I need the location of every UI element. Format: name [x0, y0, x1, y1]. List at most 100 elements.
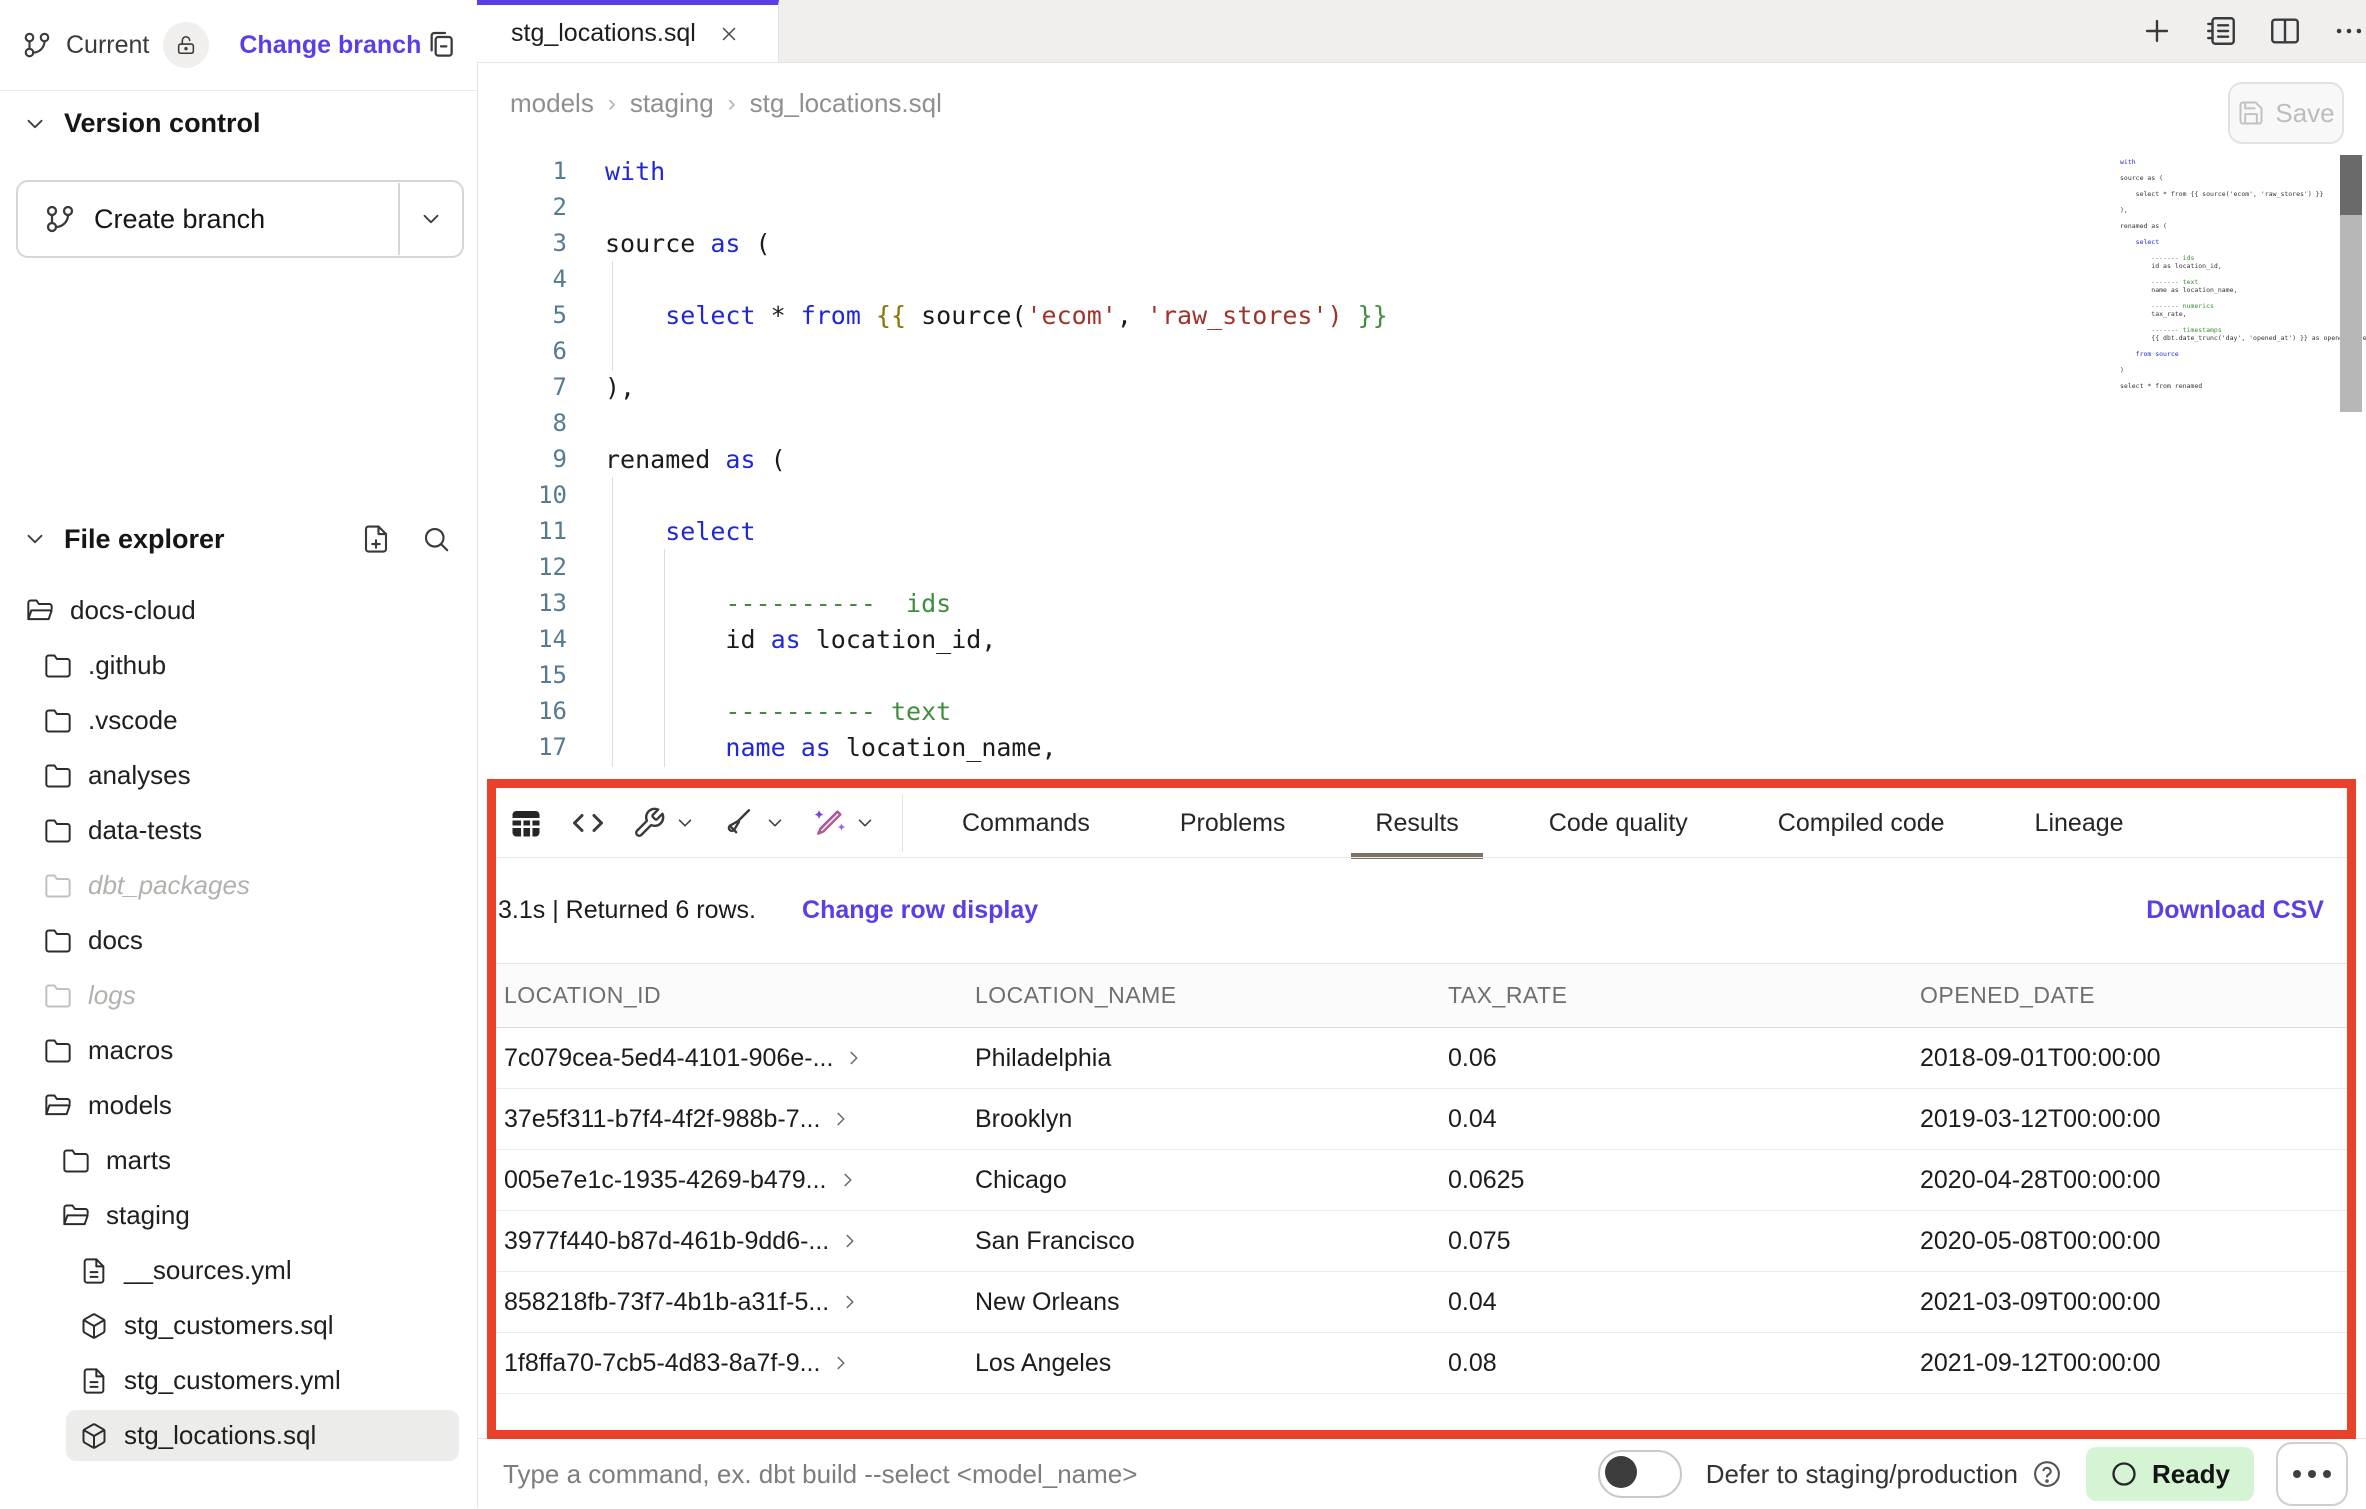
file-tree-item-stg-locations-sql[interactable]: stg_locations.sql: [0, 1408, 477, 1463]
split-pane-icon[interactable]: [2268, 14, 2302, 48]
code-line-14[interactable]: 14 id as location_id,: [477, 621, 996, 657]
save-icon: [2237, 99, 2265, 127]
code-line-4[interactable]: 4: [477, 261, 605, 297]
file-tree-item--github[interactable]: .github: [0, 638, 477, 693]
results-tab-code-quality[interactable]: Code quality: [1515, 788, 1722, 858]
code-editor[interactable]: 1with23source as (45 select * from {{ so…: [477, 150, 2137, 780]
table-row: 858218fb-73f7-4b1b-a31f-5...New Orleans0…: [496, 1272, 2348, 1333]
cell-tax-rate: 0.04: [1440, 1105, 1912, 1134]
new-tab-icon[interactable]: [2140, 14, 2174, 48]
code-line-7[interactable]: 7),: [477, 369, 635, 405]
minimap-line: [2120, 294, 2325, 302]
expand-cell-icon[interactable]: [830, 1108, 852, 1130]
file-tree-item-stg-customers-yml[interactable]: stg_customers.yml: [0, 1353, 477, 1408]
more-options-icon[interactable]: [2332, 14, 2366, 48]
format-button[interactable]: [722, 806, 786, 840]
code-line-16[interactable]: 16 ---------- text: [477, 693, 951, 729]
file-tree-item-stg-customers-sql[interactable]: stg_customers.sql: [0, 1298, 477, 1353]
command-input[interactable]: Type a command, ex. dbt build --select <…: [503, 1459, 1598, 1490]
code-line-12[interactable]: 12: [477, 549, 605, 585]
minimap-line: from source: [2120, 350, 2325, 358]
breadcrumb-item[interactable]: staging: [630, 88, 714, 119]
cell-tax-rate: 0.06: [1440, 1044, 1912, 1073]
results-tab-compiled-code[interactable]: Compiled code: [1744, 788, 1979, 858]
results-tab-results[interactable]: Results: [1341, 788, 1492, 858]
code-line-9[interactable]: 9renamed as (: [477, 441, 786, 477]
file-tree-item-macros[interactable]: macros: [0, 1023, 477, 1078]
file-tree-item-label: stg_customers.yml: [124, 1365, 341, 1396]
file-tree-item-label: .vscode: [88, 705, 178, 736]
magic-pen-icon: [812, 806, 846, 840]
new-file-icon[interactable]: [361, 524, 391, 554]
tab-close-icon[interactable]: [718, 23, 740, 45]
results-tab-problems[interactable]: Problems: [1146, 788, 1320, 858]
code-line-5[interactable]: 5 select * from {{ source('ecom', 'raw_s…: [477, 297, 1388, 333]
file-tree-item-logs[interactable]: logs: [0, 968, 477, 1023]
cell-tax-rate: 0.0625: [1440, 1166, 1912, 1195]
folder-icon: [44, 707, 72, 735]
create-branch-button[interactable]: Create branch: [16, 180, 464, 258]
create-branch-dropdown[interactable]: [400, 206, 462, 232]
create-branch-label: Create branch: [94, 204, 265, 235]
download-csv-link[interactable]: Download CSV: [2146, 896, 2324, 925]
code-line-8[interactable]: 8: [477, 405, 605, 441]
file-tree-item-analyses[interactable]: analyses: [0, 748, 477, 803]
results-tab-commands[interactable]: Commands: [928, 788, 1124, 858]
code-line-11[interactable]: 11 select: [477, 513, 756, 549]
breadcrumb-item[interactable]: stg_locations.sql: [750, 88, 942, 119]
file-tree-item-dbt-packages[interactable]: dbt_packages: [0, 858, 477, 913]
code-line-10[interactable]: 10: [477, 477, 605, 513]
change-branch-link[interactable]: Change branch: [239, 31, 421, 60]
cell-tax-rate: 0.075: [1440, 1227, 1912, 1256]
code-line-17[interactable]: 17 name as location_name,: [477, 729, 1057, 765]
minimap-line: [2120, 270, 2325, 278]
code-line-13[interactable]: 13 ---------- ids: [477, 585, 951, 621]
chevron-down-icon: [854, 812, 876, 834]
code-line-text: ),: [605, 373, 635, 402]
expand-cell-icon[interactable]: [839, 1230, 861, 1252]
save-button[interactable]: Save: [2228, 82, 2344, 144]
help-icon[interactable]: [2032, 1459, 2062, 1489]
command-bar: Type a command, ex. dbt build --select <…: [477, 1438, 2366, 1509]
preview-table-icon[interactable]: [508, 805, 544, 841]
expand-cell-icon[interactable]: [843, 1047, 865, 1069]
build-tools-button[interactable]: [632, 806, 696, 840]
editor-scrollbar-thumb[interactable]: [2340, 155, 2362, 215]
expand-cell-icon[interactable]: [837, 1169, 859, 1191]
file-tree-item--sources-yml[interactable]: __sources.yml: [0, 1243, 477, 1298]
results-tab-lineage[interactable]: Lineage: [2001, 788, 2158, 858]
code-line-3[interactable]: 3source as (: [477, 225, 771, 261]
expand-cell-icon[interactable]: [830, 1352, 852, 1374]
defer-toggle[interactable]: [1598, 1450, 1682, 1498]
tab-stg-locations[interactable]: stg_locations.sql: [477, 0, 779, 62]
chevron-down-icon[interactable]: [22, 526, 48, 552]
file-tree-item-data-tests[interactable]: data-tests: [0, 803, 477, 858]
search-icon[interactable]: [421, 524, 451, 554]
file-tree-item-marts[interactable]: marts: [0, 1133, 477, 1188]
code-view-icon[interactable]: [570, 805, 606, 841]
ai-assist-button[interactable]: [812, 806, 876, 840]
copy-icon[interactable]: [425, 29, 457, 61]
file-tree-item-staging[interactable]: staging: [0, 1188, 477, 1243]
cell-location-id: 3977f440-b87d-461b-9dd6-...: [496, 1227, 967, 1256]
cell-opened-date: 2018-09-01T00:00:00: [1912, 1044, 2342, 1073]
code-line-2[interactable]: 2: [477, 189, 605, 225]
version-control-header[interactable]: Version control: [22, 108, 261, 139]
breadcrumb-item[interactable]: models: [510, 88, 594, 119]
notebook-icon[interactable]: [2204, 14, 2238, 48]
minimap[interactable]: with source as ( select * from {{ source…: [2120, 158, 2325, 390]
ide-status-button[interactable]: Ready: [2086, 1447, 2254, 1501]
file-tree-item-docs[interactable]: docs: [0, 913, 477, 968]
change-row-display-link[interactable]: Change row display: [802, 896, 1038, 925]
expand-cell-icon[interactable]: [839, 1291, 861, 1313]
file-tree-item--vscode[interactable]: .vscode: [0, 693, 477, 748]
broom-icon: [722, 806, 756, 840]
code-line-1[interactable]: 1with: [477, 153, 665, 189]
file-tree-item-docs-cloud[interactable]: docs-cloud: [0, 583, 477, 638]
cell-location-name: San Francisco: [967, 1227, 1440, 1256]
more-actions-button[interactable]: [2276, 1442, 2348, 1506]
file-tree-item-models[interactable]: models: [0, 1078, 477, 1133]
git-branch-icon: [22, 30, 52, 60]
code-line-15[interactable]: 15: [477, 657, 605, 693]
code-line-6[interactable]: 6: [477, 333, 605, 369]
